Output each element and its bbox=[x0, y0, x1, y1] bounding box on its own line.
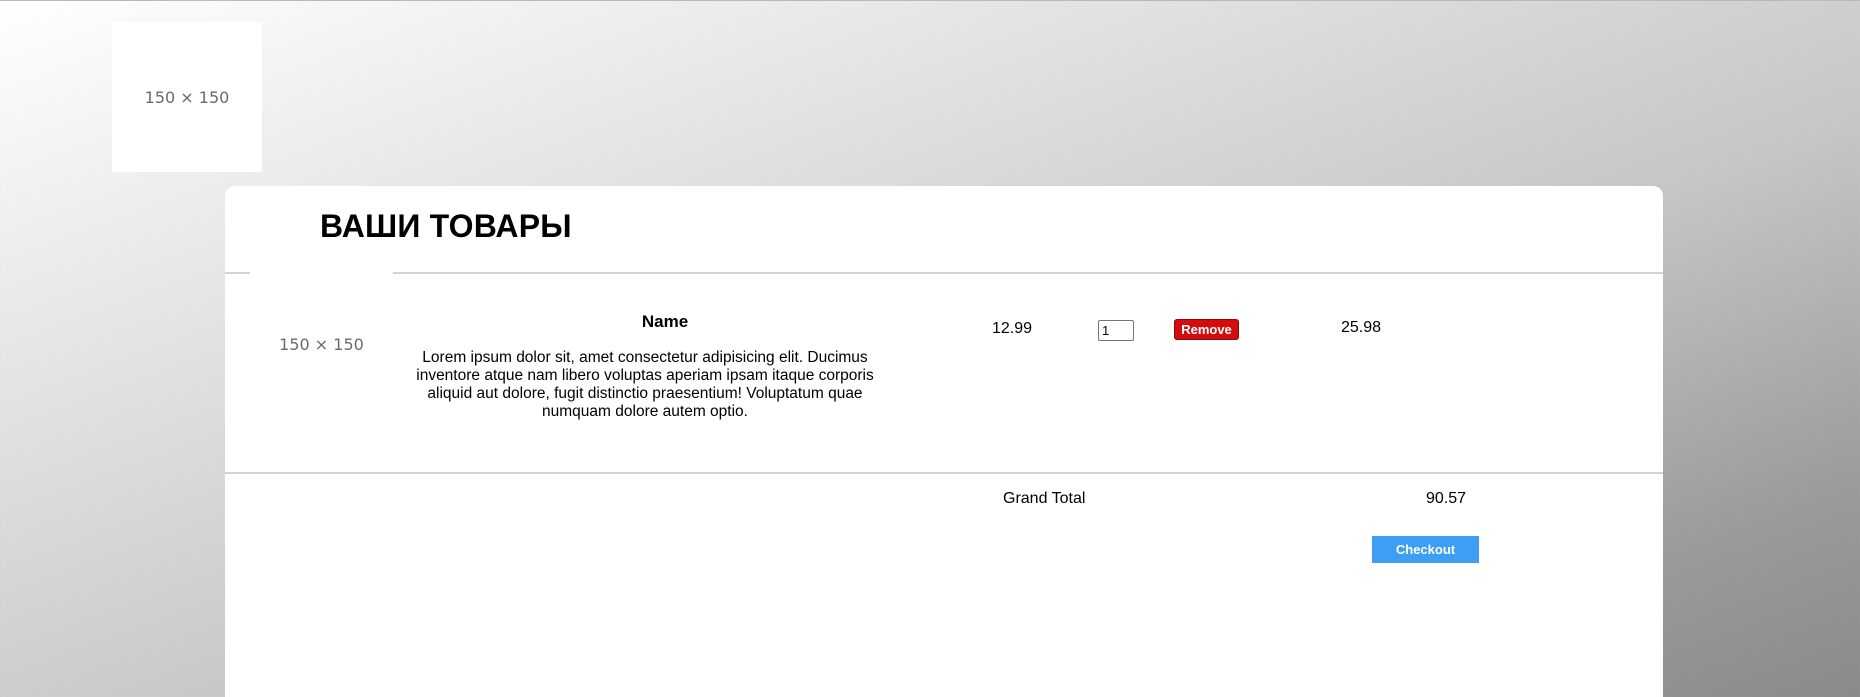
cart-header-divider bbox=[393, 272, 1663, 274]
checkout-button[interactable]: Checkout bbox=[1372, 536, 1479, 563]
product-price: 12.99 bbox=[992, 320, 1033, 337]
product-name: Name bbox=[641, 312, 689, 331]
product-image-placeholder: 150 × 150 bbox=[250, 273, 393, 416]
cart-header-divider-left bbox=[225, 272, 250, 274]
product-image-placeholder-label: 150 × 150 bbox=[279, 335, 364, 354]
remove-button[interactable]: Remove bbox=[1174, 319, 1239, 340]
logo-image-placeholder: 150 × 150 bbox=[112, 22, 262, 172]
product-description: Lorem ipsum dolor sit, amet consectetur … bbox=[416, 349, 874, 420]
quantity-input[interactable] bbox=[1098, 320, 1134, 341]
cart-card: ВАШИ ТОВАРЫ 150 × 150 Name Lorem ipsum d… bbox=[225, 186, 1663, 697]
top-border-line bbox=[0, 0, 1860, 1]
cart-title: ВАШИ ТОВАРЫ bbox=[320, 208, 572, 244]
cart-footer-divider bbox=[225, 472, 1663, 474]
grand-total-label: Grand Total bbox=[1003, 490, 1086, 507]
grand-total-value: 90.57 bbox=[1426, 490, 1467, 507]
line-total: 25.98 bbox=[1341, 319, 1382, 336]
logo-placeholder-label: 150 × 150 bbox=[144, 87, 230, 107]
